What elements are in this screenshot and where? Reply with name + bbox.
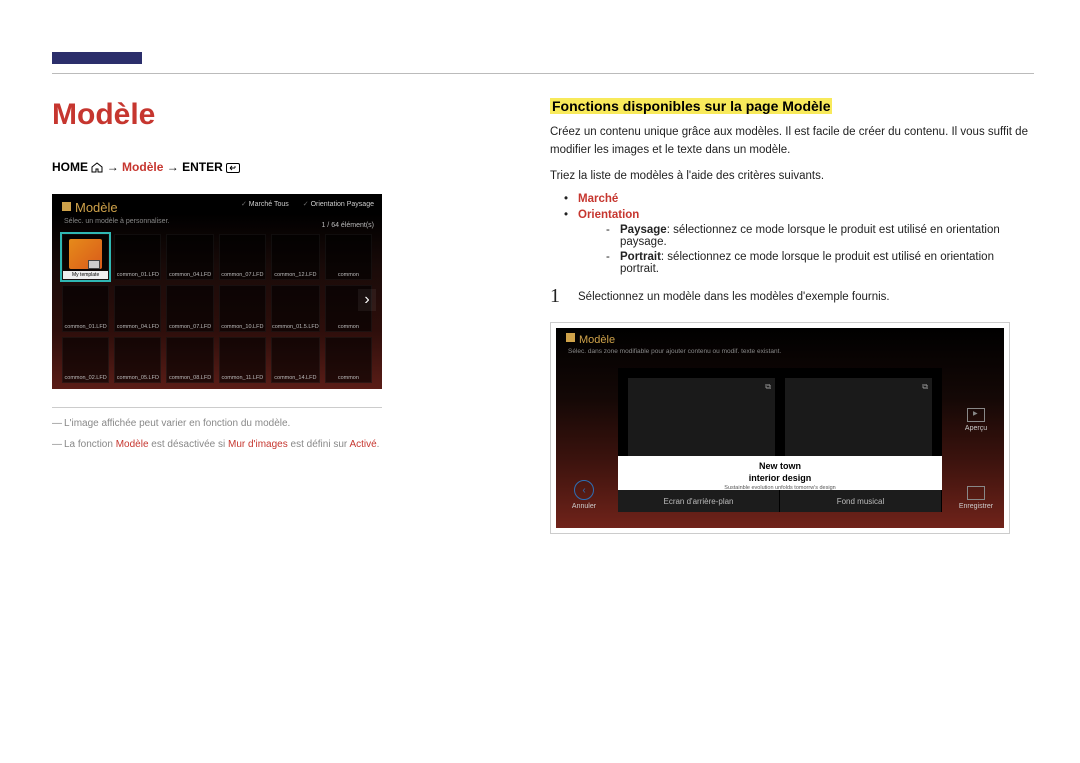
save-button[interactable]: Enregistrer <box>958 486 994 510</box>
sort-paragraph: Triez la liste de modèles à l'aide des c… <box>550 168 1034 186</box>
breadcrumb: HOME → Modèle → ENTER <box>52 160 382 174</box>
breadcrumb-home: HOME <box>52 160 88 174</box>
template-grid: My template common_01.LFD common_04.LFD … <box>62 234 372 383</box>
template-thumb[interactable]: common_05.LFD <box>114 337 161 383</box>
cancel-icon: ‹ <box>574 480 594 500</box>
template-thumb[interactable]: common_14.LFD <box>271 337 320 383</box>
step-1: 1 Sélectionnez un modèle dans les modèle… <box>550 285 1034 308</box>
template-thumb-selected[interactable]: My template <box>62 234 109 280</box>
template-thumb[interactable]: common_01.LFD <box>114 234 161 280</box>
breadcrumb-modele: Modèle <box>122 160 163 174</box>
cancel-button[interactable]: ‹ Annuler <box>566 480 602 510</box>
template-thumb[interactable]: common_04.LFD <box>114 285 161 331</box>
step-text: Sélectionnez un modèle dans les modèles … <box>578 285 890 303</box>
template-thumb[interactable]: common <box>325 337 372 383</box>
shot1-subtitle: Sélec. un modèle à personnaliser. <box>64 218 169 225</box>
step-number: 1 <box>550 285 560 308</box>
tab-music[interactable]: Fond musical <box>780 490 942 512</box>
shot2-subtitle: Sélec. dans zone modifiable pour ajouter… <box>568 348 781 355</box>
filter-orientation[interactable]: Orientation Paysage <box>303 200 374 208</box>
template-thumb[interactable]: common_01.LFD <box>62 285 109 331</box>
template-thumb[interactable]: common_07.LFD <box>219 234 266 280</box>
pane-handle-icon: ⧉ <box>765 382 771 392</box>
template-thumb[interactable]: common_01.5.LFD <box>271 285 320 331</box>
preview-icon <box>967 408 985 422</box>
shot1-title: Modèle <box>62 200 118 215</box>
selected-label: My template <box>63 271 108 279</box>
screenshot-template-grid: Modèle Sélec. un modèle à personnaliser.… <box>52 194 382 389</box>
intro-paragraph: Créez un contenu unique grâce aux modèle… <box>550 124 1034 160</box>
header-accent-bar <box>52 52 142 64</box>
note-modele-disabled: La fonction Modèle est désactivée si Mur… <box>52 439 382 450</box>
screenshot-template-editor-frame: Modèle Sélec. dans zone modifiable pour … <box>550 322 1010 534</box>
shot1-counter: 1 / 64 élément(s) <box>321 222 374 229</box>
editor-tabs: Ecran d'arrière-plan Fond musical <box>618 490 942 512</box>
screenshot-template-editor: Modèle Sélec. dans zone modifiable pour … <box>556 328 1004 528</box>
note-image-varies: L'image affichée peut varier en fonction… <box>52 418 382 429</box>
dash-portrait: Portrait: sélectionnez ce mode lorsque l… <box>606 251 1034 275</box>
bullet-orientation: Orientation Paysage: sélectionnez ce mod… <box>564 209 1034 275</box>
template-thumb[interactable]: common <box>325 234 372 280</box>
template-thumb[interactable]: common_08.LFD <box>166 337 213 383</box>
template-thumb[interactable]: common_11.LFD <box>219 337 266 383</box>
template-thumb[interactable]: common_10.LFD <box>219 285 266 331</box>
breadcrumb-arrow-1: → <box>107 160 119 174</box>
tab-background[interactable]: Ecran d'arrière-plan <box>618 490 780 512</box>
header-rule <box>52 73 1034 74</box>
home-icon <box>91 162 103 173</box>
preview-button[interactable]: Aperçu <box>958 408 994 432</box>
template-thumb[interactable]: common_04.LFD <box>166 234 213 280</box>
shot1-filters: Marché Tous Orientation Paysage <box>241 200 374 208</box>
breadcrumb-enter: ENTER <box>182 160 223 174</box>
filter-marche[interactable]: Marché Tous <box>241 200 289 208</box>
breadcrumb-arrow-2: → <box>167 160 179 174</box>
shot2-title: Modèle <box>566 333 615 346</box>
template-thumb[interactable]: common_07.LFD <box>166 285 213 331</box>
dash-paysage: Paysage: sélectionnez ce mode lorsque le… <box>606 224 1034 248</box>
next-page-arrow-icon[interactable]: › <box>358 289 376 311</box>
page-title: Modèle <box>52 98 382 132</box>
divider <box>52 407 382 408</box>
bullet-marche: Marché <box>564 193 1034 205</box>
enter-icon <box>226 163 240 173</box>
template-thumb[interactable]: common_12.LFD <box>271 234 320 280</box>
section-heading: Fonctions disponibles sur la page Modèle <box>550 98 832 114</box>
pane-handle-icon: ⧉ <box>922 382 928 392</box>
template-thumb[interactable]: common_02.LFD <box>62 337 109 383</box>
save-icon <box>967 486 985 500</box>
